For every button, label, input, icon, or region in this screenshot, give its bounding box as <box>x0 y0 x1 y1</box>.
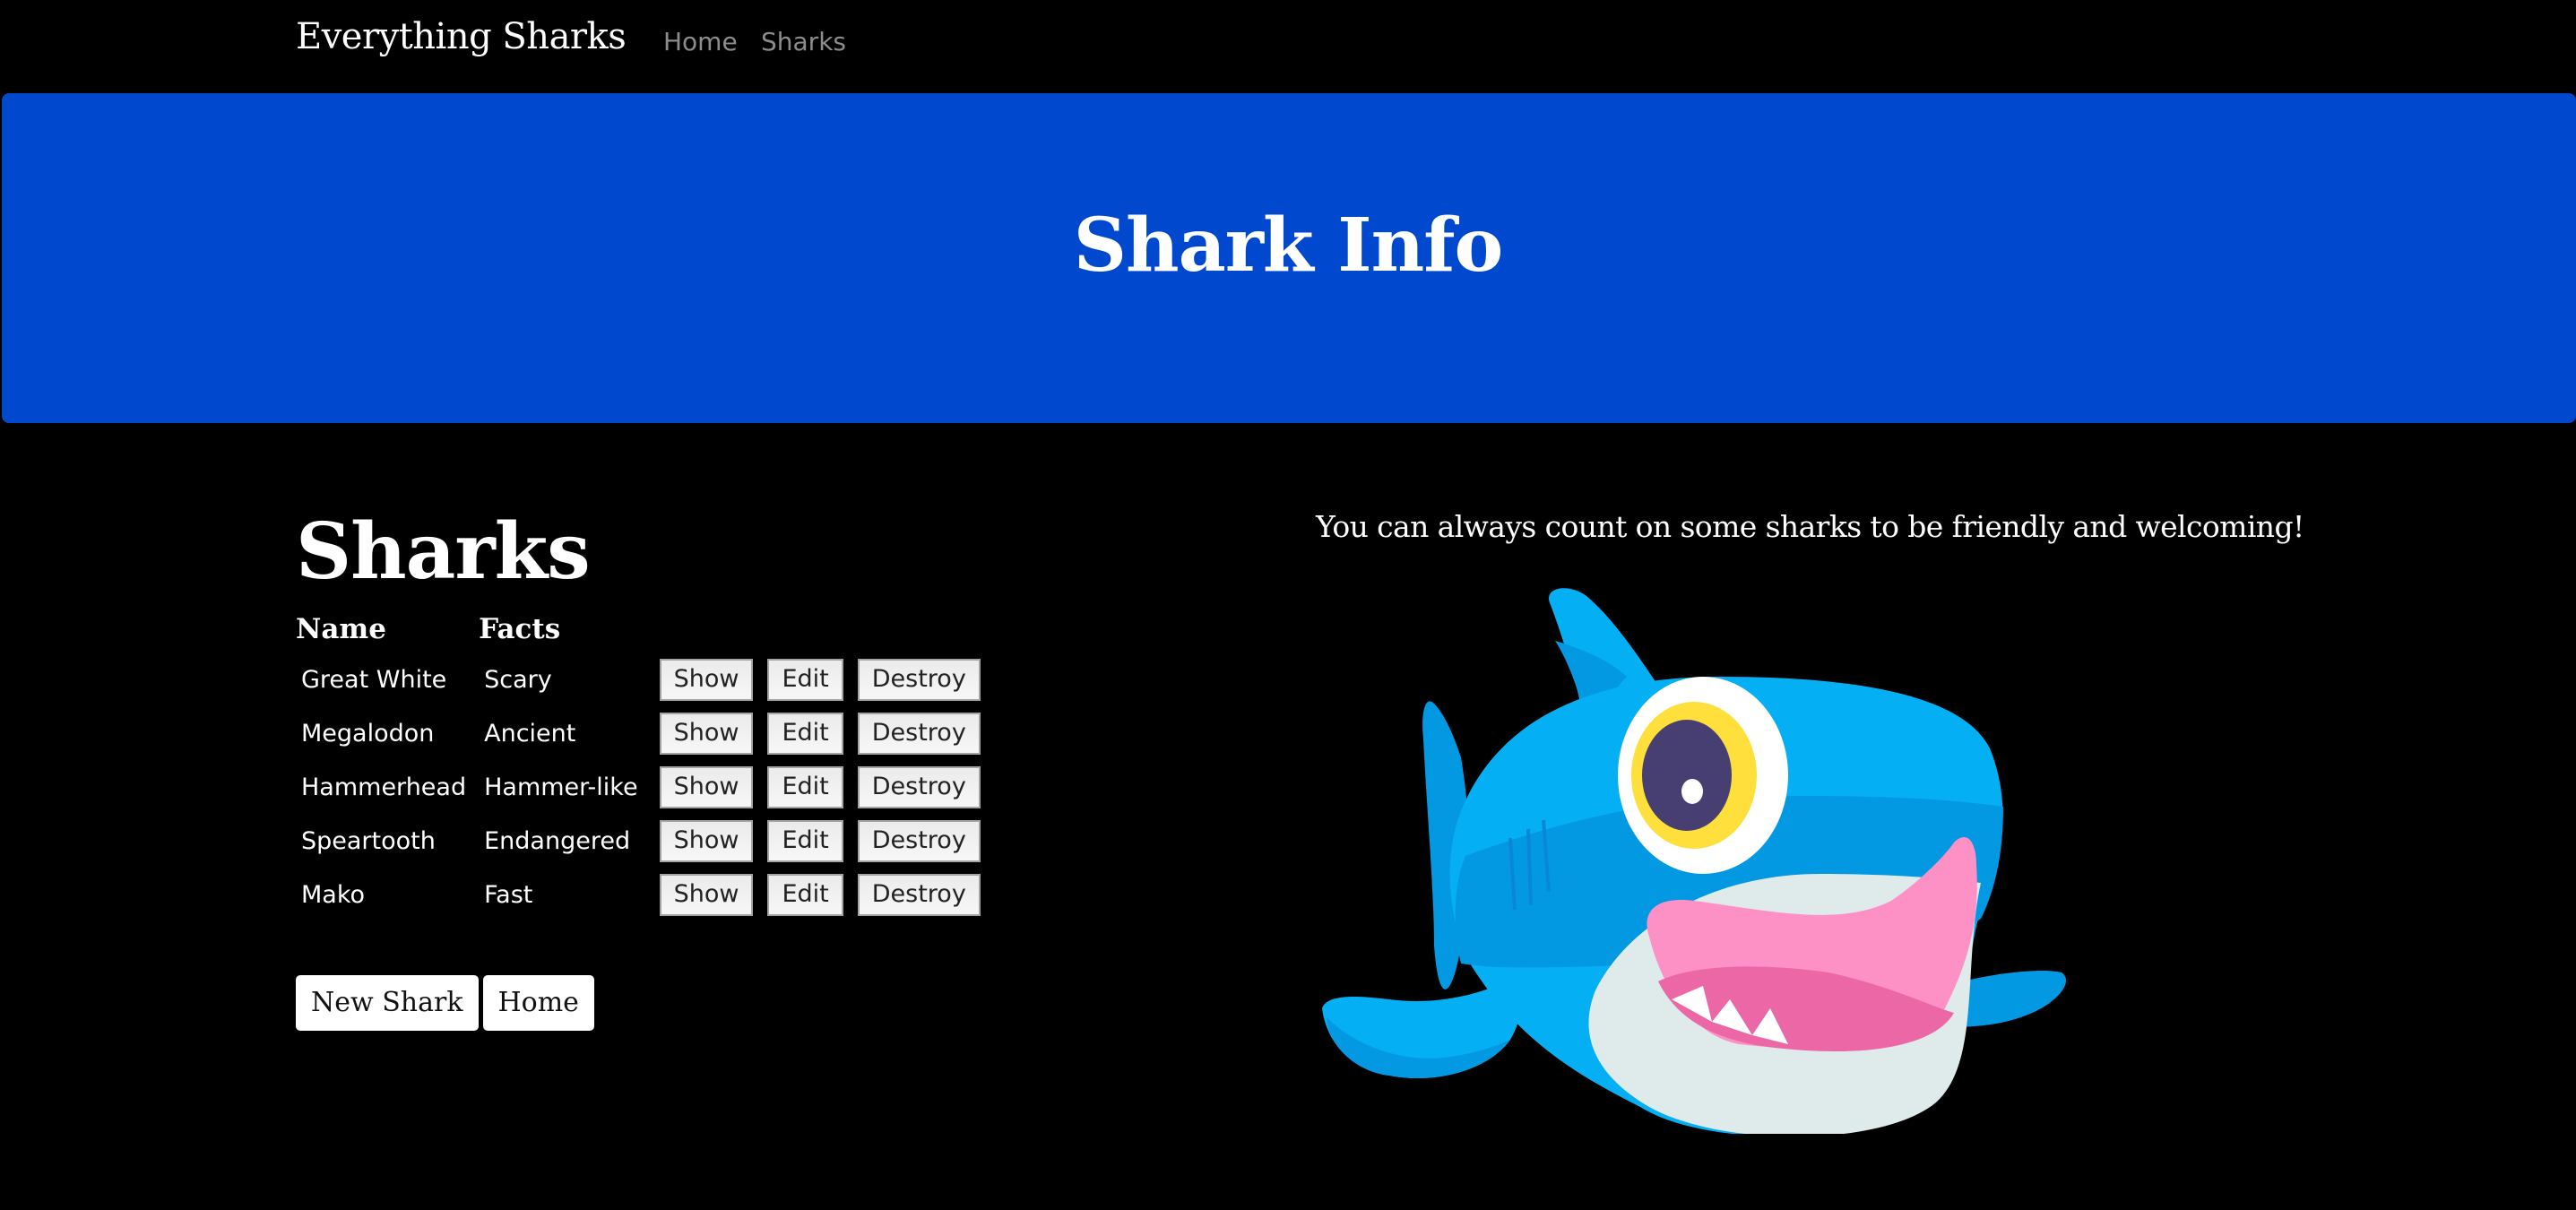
nav-link-sharks[interactable]: Sharks <box>761 27 846 56</box>
new-shark-button[interactable]: New Shark <box>296 975 479 1031</box>
shark-facts: Hammer-like <box>484 773 638 801</box>
shark-name: Mako <box>301 880 366 909</box>
table-row: Megalodon Ancient Show Edit Destroy <box>296 706 990 760</box>
brand-link[interactable]: Everything Sharks <box>296 16 627 57</box>
show-button[interactable]: Show <box>659 712 754 755</box>
navbar: Everything Sharks Home Sharks <box>0 0 2576 93</box>
destroy-button[interactable]: Destroy <box>857 765 981 808</box>
show-button[interactable]: Show <box>659 765 754 808</box>
edit-button[interactable]: Edit <box>767 712 843 755</box>
table-row: Hammerhead Hammer-like Show Edit Destroy <box>296 760 990 814</box>
page-title: Shark Info <box>1073 203 1503 289</box>
edit-button[interactable]: Edit <box>767 658 843 701</box>
table-row: Speartooth Endangered Show Edit Destroy <box>296 814 990 868</box>
sharks-heading: Sharks <box>296 506 591 597</box>
nav-link-home[interactable]: Home <box>663 27 738 56</box>
bottom-actions: New Shark Home <box>296 975 599 1031</box>
show-button[interactable]: Show <box>659 873 754 916</box>
tagline: You can always count on some sharks to b… <box>1316 509 2304 544</box>
shark-facts: Endangered <box>484 826 631 855</box>
edit-button[interactable]: Edit <box>767 873 843 916</box>
home-button[interactable]: Home <box>482 975 594 1031</box>
column-header-name: Name <box>296 613 386 645</box>
shark-facts: Ancient <box>484 719 576 748</box>
show-button[interactable]: Show <box>659 819 754 862</box>
edit-button[interactable]: Edit <box>767 765 843 808</box>
shark-illustration <box>1322 588 2067 1134</box>
table-row: Great White Scary Show Edit Destroy <box>296 653 990 706</box>
shark-facts: Scary <box>484 665 552 694</box>
table-header-row: Name Facts <box>296 613 990 653</box>
sharks-table: Name Facts Great White Scary Show Edit Destr… <box>292 613 993 921</box>
show-button[interactable]: Show <box>659 658 754 701</box>
destroy-button[interactable]: Destroy <box>857 873 981 916</box>
shark-name: Hammerhead <box>301 773 467 801</box>
destroy-button[interactable]: Destroy <box>857 819 981 862</box>
table-row: Mako Fast Show Edit Destroy <box>296 868 990 921</box>
edit-button[interactable]: Edit <box>767 819 843 862</box>
destroy-button[interactable]: Destroy <box>857 658 981 701</box>
column-header-facts: Facts <box>479 613 561 645</box>
shark-name: Megalodon <box>301 719 435 748</box>
shark-name: Speartooth <box>301 826 436 855</box>
shark-name: Great White <box>301 665 447 694</box>
destroy-button[interactable]: Destroy <box>857 712 981 755</box>
shark-facts: Fast <box>484 880 533 909</box>
